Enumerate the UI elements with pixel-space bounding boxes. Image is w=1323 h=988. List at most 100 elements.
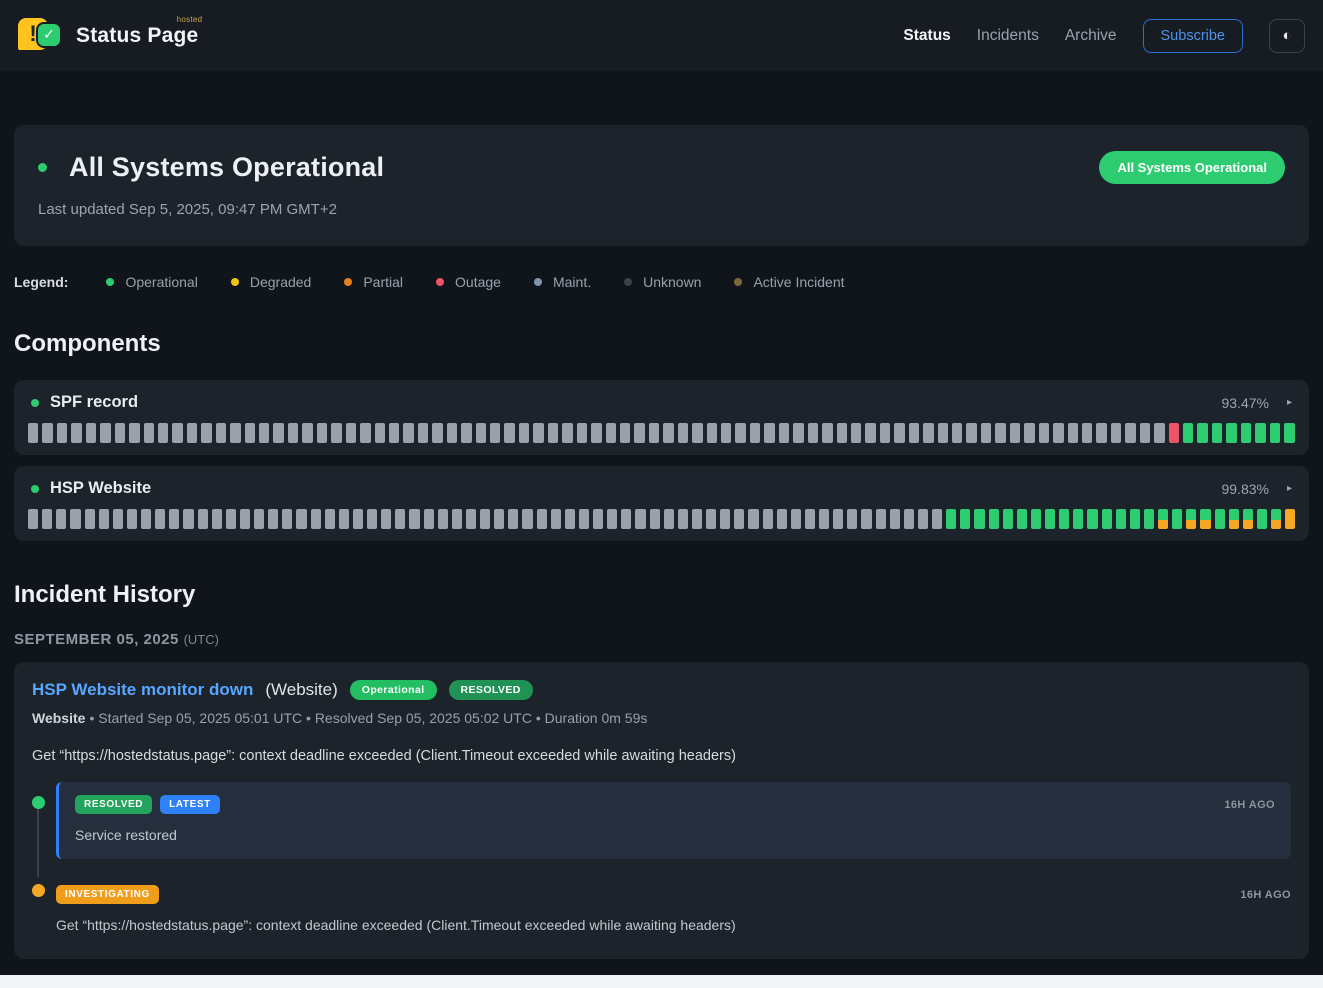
uptime-bar bbox=[591, 423, 601, 443]
uptime-bar bbox=[424, 509, 434, 529]
incident-date-heading: SEPTEMBER 05, 2025 (UTC) bbox=[14, 631, 1309, 648]
nav-status[interactable]: Status bbox=[903, 27, 950, 45]
component-name: HSP Website bbox=[50, 479, 151, 498]
uptime-bar bbox=[172, 423, 182, 443]
incident-meta-component: Website bbox=[32, 710, 85, 726]
uptime-bar bbox=[1197, 423, 1207, 443]
components-heading: Components bbox=[14, 330, 1309, 358]
component-uptime-percent: 93.47% bbox=[1221, 395, 1268, 411]
uptime-bar bbox=[606, 423, 616, 443]
subscribe-button[interactable]: Subscribe bbox=[1143, 19, 1243, 53]
operational-dot-icon bbox=[106, 278, 114, 286]
legend-item-partial: Partial bbox=[344, 274, 403, 290]
uptime-bar bbox=[1024, 423, 1034, 443]
uptime-bar bbox=[649, 423, 659, 443]
theme-toggle-button[interactable] bbox=[1269, 19, 1305, 53]
legend: Legend: Operational Degraded Partial Out… bbox=[14, 274, 1309, 290]
uptime-bar bbox=[1229, 509, 1239, 529]
status-dot bbox=[38, 163, 47, 172]
uptime-bar bbox=[851, 423, 861, 443]
uptime-bar bbox=[113, 509, 123, 529]
uptime-bar bbox=[282, 509, 292, 529]
uptime-bar bbox=[692, 509, 702, 529]
uptime-bar bbox=[763, 509, 773, 529]
uptime-bar bbox=[1257, 509, 1267, 529]
uptime-bar bbox=[480, 509, 490, 529]
uptime-bar bbox=[158, 423, 168, 443]
brand-superscript: hosted bbox=[177, 15, 203, 24]
uptime-bar bbox=[650, 509, 660, 529]
legend-item-operational: Operational bbox=[106, 274, 197, 290]
uptime-bar bbox=[808, 423, 818, 443]
legend-item-label: Outage bbox=[455, 274, 501, 290]
uptime-bar bbox=[1053, 423, 1063, 443]
legend-item-outage: Outage bbox=[436, 274, 501, 290]
uptime-bar bbox=[537, 509, 547, 529]
uptime-bar bbox=[720, 509, 730, 529]
uptime-bar bbox=[593, 509, 603, 529]
uptime-bar bbox=[904, 509, 914, 529]
update-timestamp: 16H AGO bbox=[1224, 799, 1275, 811]
legend-item-unknown: Unknown bbox=[624, 274, 701, 290]
uptime-bar bbox=[932, 509, 942, 529]
component-name: SPF record bbox=[50, 393, 138, 412]
uptime-bar bbox=[735, 423, 745, 443]
uptime-bar bbox=[779, 423, 789, 443]
nav-archive[interactable]: Archive bbox=[1065, 27, 1117, 45]
unknown-dot-icon bbox=[624, 278, 632, 286]
uptime-bars bbox=[28, 423, 1295, 443]
half-circle-icon bbox=[1282, 27, 1291, 44]
uptime-bar bbox=[1215, 509, 1225, 529]
uptime-bar bbox=[409, 509, 419, 529]
incident-title-link[interactable]: HSP Website monitor down bbox=[32, 680, 253, 700]
uptime-bar bbox=[663, 423, 673, 443]
uptime-bar bbox=[750, 423, 760, 443]
uptime-bar bbox=[894, 423, 904, 443]
uptime-bar bbox=[452, 509, 462, 529]
uptime-bar bbox=[923, 423, 933, 443]
legend-item-degraded: Degraded bbox=[231, 274, 312, 290]
uptime-bar bbox=[748, 509, 758, 529]
uptime-bar bbox=[155, 509, 165, 529]
uptime-bar bbox=[339, 509, 349, 529]
uptime-bar bbox=[245, 423, 255, 443]
uptime-bar bbox=[476, 423, 486, 443]
uptime-bar bbox=[1017, 509, 1027, 529]
uptime-bar bbox=[952, 423, 962, 443]
chevron-right-icon[interactable] bbox=[1287, 398, 1292, 408]
uptime-bar bbox=[562, 423, 572, 443]
uptime-bar bbox=[1068, 423, 1078, 443]
uptime-bar bbox=[1154, 423, 1164, 443]
uptime-bar bbox=[302, 423, 312, 443]
update-text: Get “https://hostedstatus.page”: context… bbox=[56, 917, 1291, 933]
chevron-right-icon[interactable] bbox=[1287, 484, 1292, 494]
incident-history-heading: Incident History bbox=[14, 581, 1309, 609]
uptime-bar bbox=[1183, 423, 1193, 443]
uptime-bar bbox=[565, 509, 575, 529]
uptime-bar bbox=[995, 423, 1005, 443]
uptime-bar bbox=[438, 509, 448, 529]
uptime-bar bbox=[1200, 509, 1210, 529]
uptime-bar bbox=[706, 509, 716, 529]
uptime-bar bbox=[865, 423, 875, 443]
uptime-bar bbox=[966, 423, 976, 443]
uptime-bar bbox=[678, 423, 688, 443]
legend-item-label: Partial bbox=[363, 274, 403, 290]
nav-incidents[interactable]: Incidents bbox=[977, 27, 1039, 45]
uptime-bar bbox=[989, 509, 999, 529]
resolved-state-pill: RESOLVED bbox=[449, 680, 533, 700]
uptime-bar bbox=[187, 423, 197, 443]
main-nav: Status Incidents Archive Subscribe bbox=[903, 19, 1305, 53]
uptime-bar bbox=[678, 509, 688, 529]
uptime-bar bbox=[847, 509, 857, 529]
legend-item-label: Degraded bbox=[250, 274, 312, 290]
uptime-bar bbox=[861, 509, 871, 529]
uptime-bar bbox=[1010, 423, 1020, 443]
legend-item-label: Active Incident bbox=[753, 274, 844, 290]
uptime-bars bbox=[28, 509, 1295, 529]
uptime-bar bbox=[1031, 509, 1041, 529]
latest-update-box: RESOLVED LATEST 16H AGO Service restored bbox=[56, 782, 1291, 859]
uptime-bar bbox=[1003, 509, 1013, 529]
incident-description: Get “https://hostedstatus.page”: context… bbox=[32, 748, 1291, 764]
uptime-bar bbox=[268, 509, 278, 529]
